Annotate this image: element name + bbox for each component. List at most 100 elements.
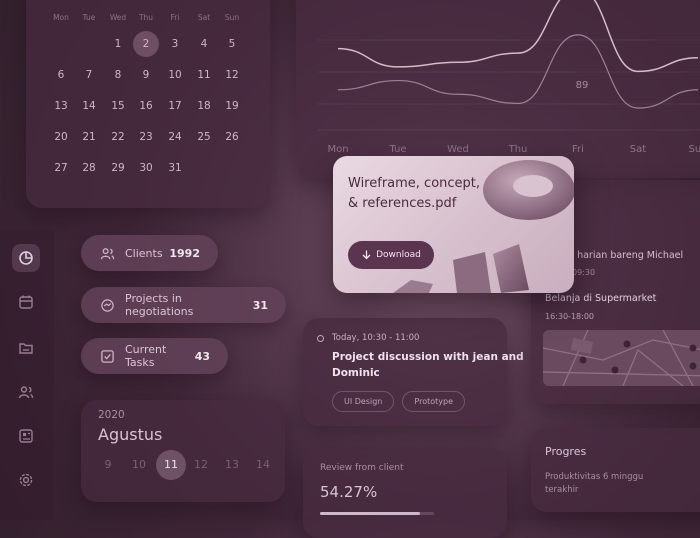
download-button[interactable]: Download xyxy=(348,241,434,269)
calendar-day[interactable]: 24 xyxy=(162,131,188,143)
calendar-day[interactable]: 14 xyxy=(76,100,102,112)
download-label: Download xyxy=(376,250,421,260)
nav-pie-chart[interactable] xyxy=(12,244,40,272)
nav-settings[interactable] xyxy=(12,466,40,494)
sidebar xyxy=(0,230,54,520)
gear-icon xyxy=(18,472,34,488)
year-label: 2020 xyxy=(98,409,125,421)
calendar-day[interactable]: 23 xyxy=(133,131,159,143)
x-tick-label: Mon xyxy=(327,144,348,155)
schedule-item-title: ng harian bareng Michael xyxy=(562,250,684,261)
nav-calendar[interactable] xyxy=(12,288,40,316)
calendar-day[interactable]: 29 xyxy=(105,162,131,174)
calendar-day[interactable]: 17 xyxy=(162,100,188,112)
schedule-item-time: 16:30-18:00 xyxy=(545,312,594,321)
month-day[interactable]: 12 xyxy=(187,458,215,472)
calendar-day[interactable]: 25 xyxy=(191,131,217,143)
event-card[interactable]: Today, 10:30 - 11:00 Project discussion … xyxy=(303,318,524,426)
stat-value: 1992 xyxy=(169,246,200,260)
calendar-day[interactable]: 7 xyxy=(76,69,102,81)
review-progress-fill xyxy=(320,512,421,515)
progress-title: Progres xyxy=(545,445,587,458)
calendar-day[interactable]: 22 xyxy=(105,131,131,143)
schedule-item-time: 09:30 xyxy=(572,268,596,277)
event-title-line2: Dominic xyxy=(332,367,380,379)
review-progress-track xyxy=(320,512,434,515)
handshake-icon xyxy=(99,297,115,313)
stat-projects[interactable]: Projects in negotiations 31 xyxy=(81,287,286,323)
calendar-day[interactable]: 20 xyxy=(48,131,74,143)
calendar-day[interactable]: 30 xyxy=(133,162,159,174)
event-tags: UI Design Prototype xyxy=(332,389,473,412)
calendar-day[interactable]: 28 xyxy=(76,162,102,174)
calendar-day[interactable]: 5 xyxy=(219,38,245,50)
calendar-day[interactable]: 26 xyxy=(219,131,245,143)
calendar-day[interactable]: 12 xyxy=(219,69,245,81)
month-day[interactable]: 9 xyxy=(94,458,122,472)
stat-clients[interactable]: Clients 1992 xyxy=(81,235,218,271)
calendar-day[interactable]: 15 xyxy=(105,100,131,112)
calendar-day[interactable]: 16 xyxy=(133,100,159,112)
month-day[interactable]: 11 xyxy=(156,450,186,480)
calendar-icon xyxy=(18,294,34,310)
calendar-day[interactable]: 27 xyxy=(48,162,74,174)
calendar-day[interactable]: 2 xyxy=(133,31,159,57)
event-time: Today, 10:30 - 11:00 xyxy=(332,333,420,343)
map-icon xyxy=(543,330,700,386)
calendar-day[interactable]: 3 xyxy=(162,38,188,50)
file-card[interactable]: Wireframe, concept, & references.pdf Dow… xyxy=(333,156,574,293)
review-value: 54.27% xyxy=(320,483,378,501)
stat-label: Current Tasks xyxy=(125,343,167,369)
calendar-day[interactable]: 18 xyxy=(191,100,217,112)
month-card: 2020 Agustus 9 10 11 12 13 14 xyxy=(81,400,285,502)
time-dot-icon xyxy=(317,335,324,342)
nav-board[interactable] xyxy=(12,422,40,450)
download-arrow-icon xyxy=(361,250,371,260)
calendar-day[interactable]: 13 xyxy=(48,100,74,112)
stat-value: 31 xyxy=(252,298,268,312)
review-card: Review from client 54.27% xyxy=(303,448,507,538)
calendar-day[interactable]: 21 xyxy=(76,131,102,143)
calendar-day[interactable]: 1 xyxy=(105,38,131,50)
weekday-label: Sun xyxy=(224,13,240,22)
x-tick-label: Sun xyxy=(688,144,700,155)
x-tick-label: Wed xyxy=(447,144,469,155)
month-days: 9 10 11 12 13 14 xyxy=(81,450,285,498)
board-icon xyxy=(18,428,34,444)
series-line-1 xyxy=(337,0,699,73)
folder-icon xyxy=(18,340,34,356)
calendar-day[interactable]: 4 xyxy=(191,38,217,50)
map-thumbnail[interactable] xyxy=(543,330,700,386)
nav-folder[interactable] xyxy=(12,334,40,362)
tag-prototype[interactable]: Prototype xyxy=(402,391,465,412)
schedule-item-title: Belanja di Supermarket xyxy=(545,293,657,304)
weekday-label: Wed xyxy=(109,13,127,22)
month-day[interactable]: 13 xyxy=(218,458,246,472)
nav-users[interactable] xyxy=(12,378,40,406)
stat-label: Projects in negotiations xyxy=(125,292,194,318)
pie-chart-icon xyxy=(18,250,34,266)
calendar-day[interactable]: 11 xyxy=(191,69,217,81)
stat-tasks[interactable]: Current Tasks 43 xyxy=(81,338,228,374)
calendar-day[interactable]: 6 xyxy=(48,69,74,81)
calendar-card: Mon Tue Wed Thu Fri Sat Sun 1 2 3 4 5 6 7 8 9 10 11 12 13 14… xyxy=(26,0,270,208)
data-label: 89 xyxy=(576,80,589,91)
calendar-day[interactable]: 8 xyxy=(105,69,131,81)
progress-card: Progres Produktivitas 6 minggu terakhir xyxy=(531,428,700,512)
weekday-label: Thu xyxy=(138,13,154,22)
progress-subtitle-line1: Produktivitas 6 minggu xyxy=(545,472,644,482)
file-title-line1: Wireframe, concept, xyxy=(348,176,481,191)
checkbox-icon xyxy=(99,348,115,364)
calendar-day[interactable]: 19 xyxy=(219,100,245,112)
month-day[interactable]: 10 xyxy=(125,458,153,472)
calendar-day[interactable]: 10 xyxy=(162,69,188,81)
weekday-label: Mon xyxy=(53,13,69,22)
file-title-line2: & references.pdf xyxy=(348,196,457,211)
month-day[interactable]: 14 xyxy=(249,458,277,472)
x-tick-label: Fri xyxy=(572,144,584,155)
calendar-day[interactable]: 31 xyxy=(162,162,188,174)
tag-ui-design[interactable]: UI Design xyxy=(332,391,395,412)
x-tick-label: Tue xyxy=(388,144,406,155)
calendar-day[interactable]: 9 xyxy=(133,69,159,81)
event-title-line1: Project discussion with jean and xyxy=(332,351,524,363)
